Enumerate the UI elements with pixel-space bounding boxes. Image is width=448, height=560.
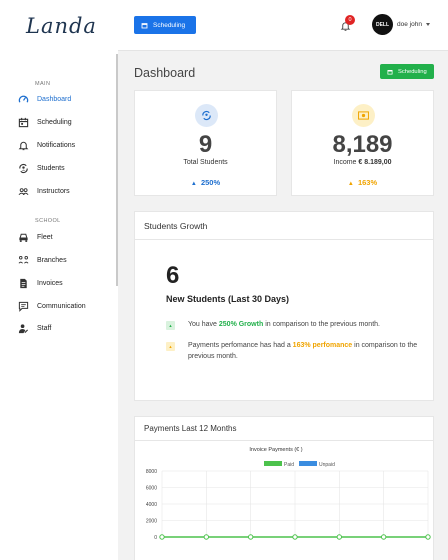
total-students-label: Total Students	[183, 159, 228, 166]
gauge-icon	[18, 95, 29, 103]
calendar-icon	[387, 69, 393, 74]
sidebar-item-instructors[interactable]: Instructors	[0, 183, 116, 201]
y-tick-label: 2000	[146, 519, 157, 525]
invoice-icon	[20, 278, 27, 289]
sidebar-item-label: Staff	[37, 325, 52, 332]
income-value: 8,189	[332, 131, 393, 158]
data-point-paid[interactable]	[336, 534, 343, 540]
new-students-count: 6	[166, 262, 180, 289]
scheduling-button[interactable]: Scheduling	[134, 16, 196, 34]
sidebar-item-label: Branches	[37, 257, 67, 264]
income-stat-card: 8,189 Income € 8.189,00 ▲ 163%	[291, 90, 434, 196]
y-tick-label: 4000	[146, 502, 157, 508]
students-growth-title: Students Growth	[135, 212, 433, 240]
students-trend: ▲ 250%	[135, 178, 276, 187]
users-icon	[18, 188, 29, 196]
staff-icon	[18, 324, 29, 334]
money-icon	[352, 104, 375, 127]
username[interactable]: doe john	[397, 21, 422, 28]
branches-icon	[18, 256, 29, 264]
growth-note: ▲ You have 250% Growth in comparison to …	[166, 319, 416, 331]
sidebar-item-dashboard[interactable]: Dashboard	[0, 91, 116, 109]
y-tick-label: 6000	[146, 486, 157, 492]
sidebar-item-notifications[interactable]: Notifications	[0, 137, 116, 155]
top-bar: Scheduling 0 DELL doe john	[118, 0, 448, 51]
sidebar-item-label: Scheduling	[37, 119, 72, 126]
trend-up-icon: ▲	[166, 321, 175, 330]
students-growth-card: Students Growth	[134, 211, 434, 401]
calendar-icon	[141, 22, 148, 28]
sidebar-item-label: Communication	[37, 303, 86, 310]
payments-note: ▲ Payments perfomance has had a 163% per…	[166, 340, 418, 364]
students-icon	[19, 163, 28, 174]
calendar-icon	[18, 117, 29, 128]
sidebar-item-label: Instructors	[37, 188, 70, 195]
chart-series	[159, 534, 431, 540]
legend-swatch-unpaid	[299, 461, 317, 466]
sidebar-item-label: Dashboard	[37, 96, 72, 103]
students-stat-card: 9 Total Students ▲ 250%	[134, 90, 277, 196]
chevron-down-icon[interactable]	[426, 23, 430, 26]
payments-title: Payments Last 12 Months	[135, 417, 433, 441]
notification-count-badge: 0	[345, 15, 355, 25]
legend-swatch-paid	[264, 461, 282, 466]
new-students-subtitle: New Students (Last 30 Days)	[166, 294, 290, 304]
students-icon	[195, 104, 218, 127]
chart-grid	[161, 470, 429, 538]
chart-title: Invoice Payments (€ )	[249, 447, 302, 453]
payments-note-text: Payments perfomance has had a 163% perfo…	[188, 342, 418, 360]
invoice-payments-chart: Invoice Payments (€ ) Paid Unpaid 8000 60…	[146, 447, 431, 541]
data-point-paid[interactable]	[203, 534, 210, 540]
section-label-main: MAIN	[35, 81, 51, 87]
sidebar-item-label: Students	[37, 165, 65, 172]
total-students-value: 9	[198, 131, 213, 158]
legend-label-unpaid[interactable]: Unpaid	[319, 462, 335, 468]
car-icon	[19, 233, 28, 242]
scheduling-button-label: Scheduling	[398, 68, 427, 75]
sidebar-item-label: Notifications	[37, 142, 76, 149]
income-trend-value: 163%	[357, 178, 378, 187]
sidebar: Landa MAIN Dashboard Scheduling Notifica…	[0, 0, 118, 560]
data-point-paid[interactable]	[425, 534, 431, 540]
app-logo[interactable]: Landa	[26, 14, 97, 38]
scheduling-button-label: Scheduling	[153, 21, 186, 29]
income-trend: ▲ 163%	[292, 178, 433, 187]
data-point-paid[interactable]	[292, 534, 298, 540]
sidebar-item-invoices[interactable]: Invoices	[0, 275, 116, 293]
y-tick-label: 8000	[146, 469, 157, 475]
chart-y-ticks: 8000 6000 4000 2000 0	[146, 469, 157, 541]
chat-icon	[18, 301, 29, 312]
income-label-prefix: Income	[333, 159, 359, 166]
bell-icon	[18, 141, 29, 151]
sidebar-item-students[interactable]: Students	[0, 160, 116, 178]
students-trend-value: 250%	[200, 178, 221, 187]
section-label-school: SCHOOL	[35, 218, 61, 224]
sidebar-item-label: Fleet	[37, 234, 53, 241]
sidebar-item-communication[interactable]: Communication	[0, 298, 116, 316]
data-point-paid[interactable]	[380, 534, 387, 540]
sidebar-item-scheduling[interactable]: Scheduling	[0, 114, 116, 132]
growth-note-text: You have 250% Growth in comparison to th…	[188, 321, 380, 328]
trend-up-icon: ▲	[347, 181, 354, 187]
trend-up-icon: ▲	[190, 181, 197, 187]
trend-up-icon: ▲	[166, 342, 175, 351]
legend-label-paid[interactable]: Paid	[284, 462, 294, 468]
data-point-paid[interactable]	[159, 534, 165, 540]
scheduling-button-secondary[interactable]: Scheduling	[380, 64, 434, 79]
y-tick-label: 0	[154, 535, 157, 541]
income-label: Income € 8.189,00	[292, 159, 433, 166]
data-point-paid[interactable]	[247, 534, 254, 540]
chart-legend: Paid Unpaid	[264, 461, 335, 468]
sidebar-item-staff[interactable]: Staff	[0, 320, 116, 338]
sidebar-item-label: Invoices	[37, 280, 63, 287]
sidebar-scrollbar[interactable]	[116, 54, 118, 286]
sidebar-item-branches[interactable]: Branches	[0, 252, 116, 270]
page-title: Dashboard	[134, 66, 196, 80]
income-amount: € 8.189,00	[358, 159, 392, 166]
avatar[interactable]: DELL	[372, 14, 393, 35]
sidebar-item-fleet[interactable]: Fleet	[0, 229, 116, 247]
